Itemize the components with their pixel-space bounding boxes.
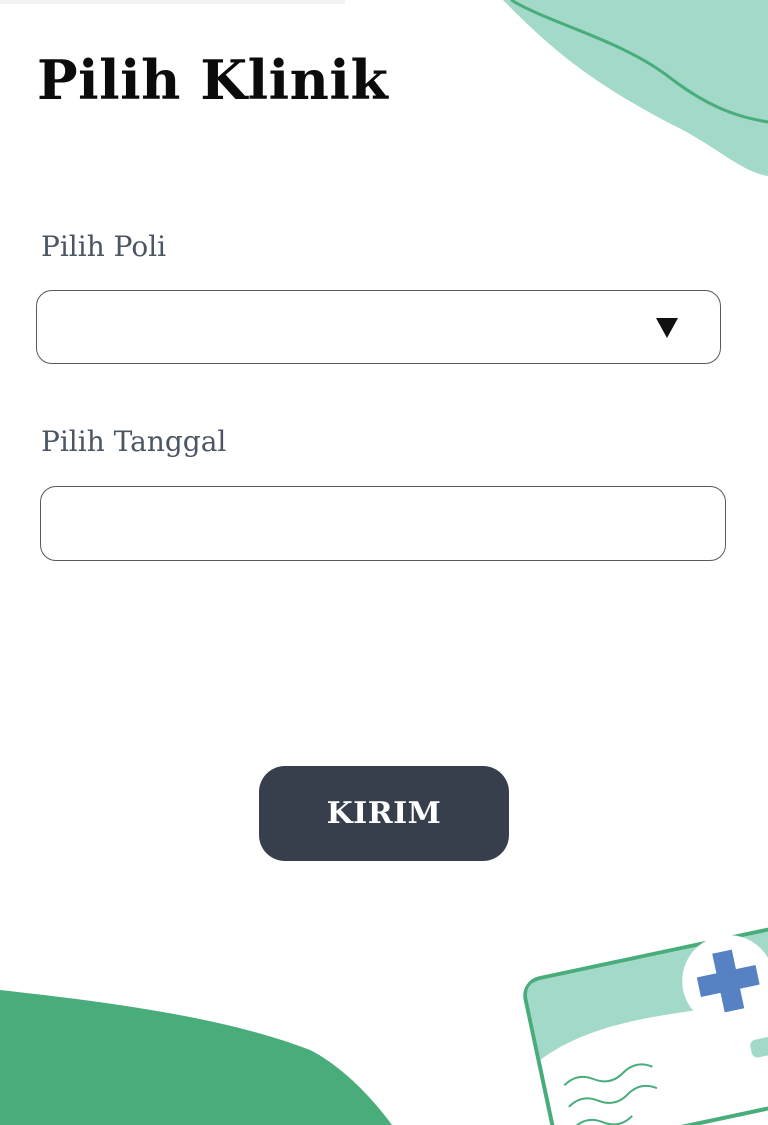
status-strip bbox=[0, 0, 345, 4]
tanggal-input[interactable] bbox=[40, 486, 726, 561]
poli-select[interactable] bbox=[36, 290, 721, 364]
caret-down-icon[interactable] bbox=[656, 318, 678, 338]
bottom-left-blob-decoration bbox=[0, 990, 392, 1125]
poli-label: Pilih Poli bbox=[41, 230, 167, 263]
page-title: Pilih Klinik bbox=[37, 48, 389, 112]
tanggal-label: Pilih Tanggal bbox=[41, 425, 227, 458]
submit-button[interactable]: KIRIM bbox=[259, 766, 509, 861]
top-wave-decoration bbox=[503, 0, 768, 176]
medical-card-illustration bbox=[523, 927, 768, 1125]
